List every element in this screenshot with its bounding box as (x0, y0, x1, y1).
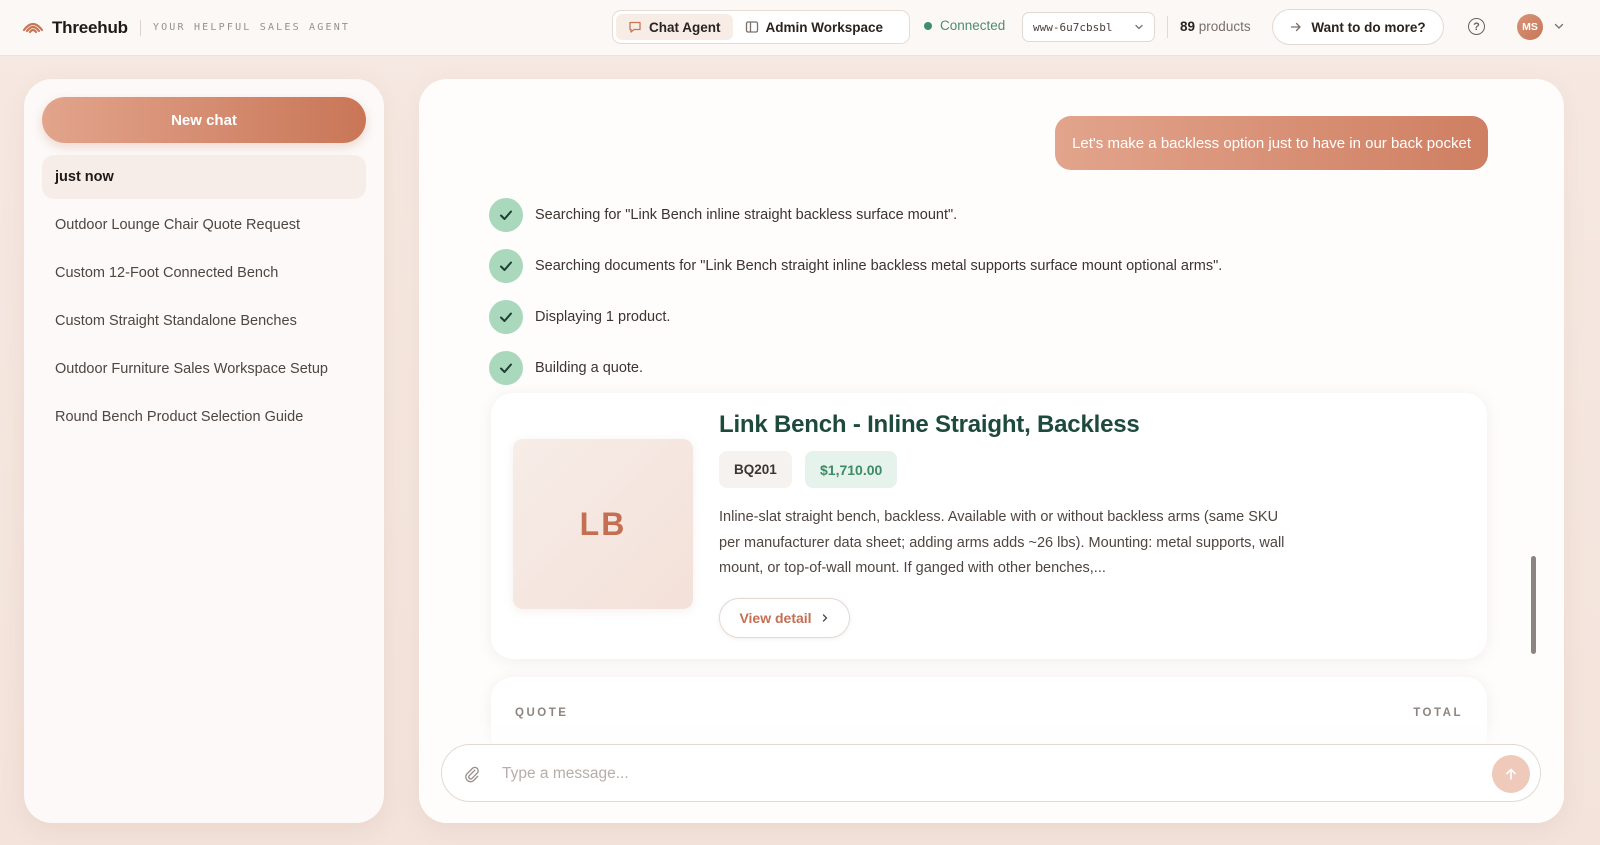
agent-step: Searching for "Link Bench inline straigh… (489, 189, 1222, 240)
arrow-right-icon (1291, 22, 1302, 32)
connection-status: Connected (924, 18, 1005, 33)
chat-bubble-icon (629, 21, 641, 33)
app-name: Threehub (52, 17, 128, 37)
check-icon (489, 248, 523, 283)
want-more-button[interactable]: Want to do more? (1272, 9, 1444, 45)
chat-item-workspace-setup[interactable]: Outdoor Furniture Sales Workspace Setup (42, 347, 366, 391)
product-sku-badge: BQ201 (719, 451, 792, 488)
tab-admin-workspace[interactable]: Admin Workspace (733, 14, 896, 40)
agent-step-text: Displaying 1 product. (535, 308, 671, 325)
view-detail-label: View detail (739, 610, 812, 626)
agent-step-text: Searching documents for "Link Bench stra… (535, 257, 1223, 274)
sidebar-panel-icon (745, 21, 758, 33)
chevron-right-icon (822, 614, 827, 622)
agent-step: Building a quote. (489, 342, 1222, 393)
help-glyph: ? (1473, 20, 1480, 33)
agent-steps: Searching for "Link Bench inline straigh… (489, 189, 1222, 393)
brand-logo-icon (22, 22, 44, 33)
quote-label: QUOTE (515, 707, 569, 719)
chat-item-just-now[interactable]: just now (42, 155, 366, 199)
chat-item-outdoor-lounge-chair[interactable]: Outdoor Lounge Chair Quote Request (42, 203, 366, 247)
brand[interactable]: Threehub YOUR HELPFUL SALES AGENT (22, 18, 350, 38)
status-dot-icon (924, 21, 932, 30)
check-icon (489, 299, 523, 334)
paperclip-icon[interactable] (462, 764, 481, 783)
total-label: TOTAL (1413, 707, 1463, 719)
new-chat-button[interactable]: New chat (42, 97, 366, 143)
environment-value: www-6u7cbsbl (1033, 20, 1113, 34)
user-message: Let's make a backless option just to hav… (1055, 116, 1488, 170)
message-composer (441, 744, 1541, 802)
view-detail-button[interactable]: View detail (719, 598, 850, 638)
agent-step-text: Searching for "Link Bench inline straigh… (535, 206, 958, 223)
product-count-suffix: products (1198, 19, 1251, 34)
chat-sidebar: New chat just now Outdoor Lounge Chair Q… (24, 79, 384, 823)
send-button[interactable] (1492, 755, 1530, 793)
arrow-up-icon (1506, 768, 1516, 780)
want-more-label: Want to do more? (1311, 19, 1426, 35)
chevron-down-icon[interactable] (1553, 20, 1565, 32)
chat-panel: Let's make a backless option just to hav… (419, 79, 1564, 823)
tab-chat-agent[interactable]: Chat Agent (616, 14, 733, 40)
agent-step: Searching documents for "Link Bench stra… (489, 240, 1222, 291)
environment-select[interactable]: www-6u7cbsbl (1022, 12, 1155, 42)
product-thumbnail[interactable]: LB (513, 439, 693, 609)
chat-item-custom-12-foot-bench[interactable]: Custom 12-Foot Connected Bench (42, 251, 366, 295)
product-count: 89 products (1180, 19, 1251, 34)
product-count-value: 89 (1180, 19, 1196, 34)
agent-step-text: Building a quote. (535, 359, 644, 376)
tab-chat-agent-label: Chat Agent (649, 19, 721, 35)
header-divider (1167, 16, 1168, 38)
chat-history-list: just now Outdoor Lounge Chair Quote Requ… (42, 155, 366, 439)
avatar[interactable]: MS (1517, 14, 1543, 40)
user-initials: MS (1522, 21, 1538, 33)
app-tagline: YOUR HELPFUL SALES AGENT (152, 22, 351, 33)
chat-item-round-bench-guide[interactable]: Round Bench Product Selection Guide (42, 395, 366, 439)
message-input[interactable] (502, 759, 1462, 789)
check-icon (489, 197, 523, 232)
chat-item-custom-straight-benches[interactable]: Custom Straight Standalone Benches (42, 299, 366, 343)
brand-divider (139, 19, 141, 36)
product-description: Inline-slat straight bench, backless. Av… (719, 509, 1285, 576)
scrollbar-thumb[interactable] (1531, 556, 1536, 654)
check-icon (489, 350, 523, 385)
product-price-badge: $1,710.00 (805, 451, 898, 488)
product-card: LB Link Bench - Inline Straight, Backles… (491, 393, 1487, 659)
chevron-down-icon (1135, 24, 1143, 30)
connection-status-label: Connected (940, 18, 1006, 33)
help-icon[interactable]: ? (1468, 18, 1485, 35)
tab-admin-workspace-label: Admin Workspace (765, 19, 884, 35)
product-title: Link Bench - Inline Straight, Backless (719, 411, 1140, 438)
mode-switch: Chat Agent Admin Workspace (612, 10, 910, 44)
agent-step: Displaying 1 product. (489, 291, 1222, 342)
top-bar: Threehub YOUR HELPFUL SALES AGENT Chat A… (0, 0, 1600, 56)
